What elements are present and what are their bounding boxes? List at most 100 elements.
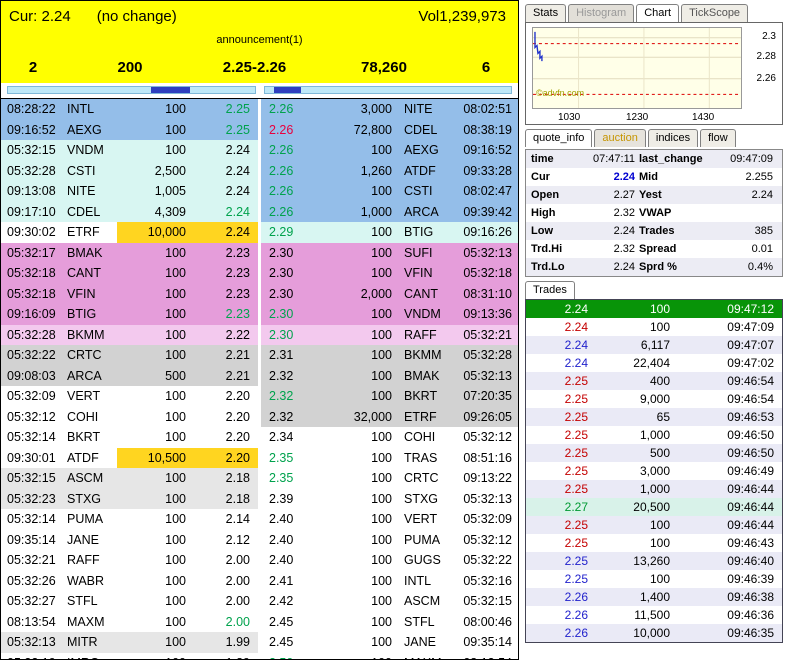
bid-size: 100 [165, 573, 186, 588]
ask-price: 2.29 [269, 225, 294, 239]
bid-mmid: PUMA [67, 512, 104, 526]
side-panel: Stats Histogram Chart TickScope ©advfn.c… [523, 0, 785, 660]
ask-size: 100 [371, 635, 392, 649]
ask-size: 3,000 [360, 102, 392, 116]
quote-label: Mid [639, 171, 658, 183]
bid-time: 09:16:52 [7, 122, 56, 137]
bid-time: 09:30:01 [7, 450, 56, 465]
bid-size: 100 [165, 635, 186, 649]
trade-time: 09:46:54 [727, 374, 774, 388]
ask-size: 100 [371, 430, 392, 444]
quote-label: Cur [531, 171, 550, 183]
ask-size: 100 [371, 389, 392, 403]
ask-mmid: VFIN [404, 266, 433, 280]
tab[interactable]: auction [594, 129, 646, 147]
ask-row: 2.35 100 TRAS 08:51:16 [261, 447, 518, 468]
trade-row: 2.24 22,404 09:47:02 [526, 354, 782, 372]
trade-row: 2.26 11,500 09:46:36 [526, 606, 782, 624]
bid-size: 100 [165, 245, 186, 260]
ask-mmid: CDEL [404, 122, 438, 137]
trade-time: 09:46:50 [727, 446, 774, 460]
trade-price: 2.24 [564, 338, 588, 352]
ask-size: 100 [371, 614, 392, 629]
trades-list: 2.24 100 09:47:12 2.24 100 09:47:09 2.24… [525, 299, 783, 643]
bid-price: 2.24 [225, 163, 250, 178]
ask-price: 2.30 [269, 245, 294, 260]
bid-mmid: NITE [67, 184, 96, 198]
bid-time: 09:16:09 [7, 307, 56, 321]
trade-price: 2.24 [564, 320, 588, 334]
bid-price: 2.25 [225, 102, 250, 116]
bid-time: 05:32:19 [1, 653, 65, 660]
ask-row: 2.45 100 STFL 08:00:46 [261, 611, 518, 632]
trade-size: 9,000 [639, 392, 670, 406]
tab[interactable]: Chart [636, 4, 680, 22]
bid-pressure-gauge [7, 86, 256, 94]
ask-mmid: JANE [404, 635, 436, 649]
ask-time: 08:38:19 [463, 122, 512, 137]
bid-price: 2.24 [225, 204, 250, 219]
bid-row: 05:32:27 STFL 100 2.00 [1, 591, 258, 612]
trade-time: 09:47:02 [727, 356, 774, 370]
tab[interactable]: Stats [525, 4, 567, 22]
quote-label: VWAP [639, 207, 672, 219]
bid-size: 100 [165, 471, 186, 485]
tab[interactable]: TickScope [681, 4, 749, 22]
bid-size: 100 [165, 491, 186, 506]
trade-price: 2.25 [564, 482, 588, 496]
bid-mmid: IMRC [65, 653, 117, 660]
bid-mmid: BKRT [67, 430, 101, 444]
trade-time: 09:46:54 [727, 392, 774, 406]
ask-mmid: ETRF [404, 409, 437, 424]
ask-price: 2.35 [269, 450, 294, 465]
bid-mmid: ETRF [67, 225, 100, 239]
ask-mm-count: 6 [481, 58, 491, 76]
bid-row: 08:28:22 INTL 100 2.25 [1, 99, 258, 120]
depth-pressure-gauges [1, 83, 518, 99]
tab[interactable]: Histogram [568, 4, 635, 22]
bid-mmid: STXG [67, 491, 102, 506]
bid-row: 05:32:14 PUMA 100 2.14 [1, 509, 258, 530]
bid-time: 05:32:14 [7, 430, 56, 444]
best-bid-ask-spread: 2.25-2.26 [222, 58, 287, 76]
ask-size: 100 [371, 327, 392, 342]
bid-mmid: RAFF [67, 553, 100, 567]
ask-row: 2.30 2,000 CANT 08:31:10 [261, 283, 518, 304]
ask-price: 2.26 [269, 204, 294, 219]
bid-price: 2.24 [225, 184, 250, 198]
tab[interactable]: flow [700, 129, 736, 147]
ask-price: 2.45 [269, 635, 294, 649]
trade-size: 100 [649, 320, 670, 334]
ask-row: 2.26 3,000 NITE 08:02:51 [261, 99, 518, 120]
tab-trades[interactable]: Trades [525, 281, 575, 299]
trade-size: 100 [649, 518, 670, 532]
ask-time: 05:32:28 [463, 348, 512, 362]
ask-size: 100 [371, 307, 392, 321]
trade-row: 2.25 1,000 09:46:50 [526, 426, 782, 444]
bid-size: 1,005 [154, 184, 186, 198]
ask-size: 100 [371, 368, 392, 383]
ask-time: 08:51:16 [463, 450, 512, 465]
ask-mmid: GUGS [404, 553, 441, 567]
tab[interactable]: quote_info [525, 129, 593, 147]
ask-time: 08:13:54 [454, 653, 518, 660]
trade-size: 3,000 [639, 464, 670, 478]
ask-time: 09:13:22 [463, 471, 512, 485]
trade-time: 09:46:53 [727, 410, 774, 424]
ask-time: 08:31:10 [463, 286, 512, 301]
quote-value: 09:47:09 [730, 153, 773, 165]
announcement-link[interactable]: announcement(1) [1, 31, 518, 51]
tab[interactable]: indices [647, 129, 699, 147]
bid-row: 05:32:09 VERT 100 2.20 [1, 386, 258, 407]
ask-size: 100 [371, 491, 392, 506]
trade-time: 09:46:50 [727, 428, 774, 442]
ask-mmid: BKMM [404, 348, 442, 362]
ask-price: 2.31 [269, 348, 294, 362]
trade-row: 2.25 500 09:46:50 [526, 444, 782, 462]
bid-size: 100 [165, 286, 186, 301]
ask-price: 2.34 [269, 430, 294, 444]
trade-price: 2.25 [564, 464, 588, 478]
bid-price: 2.22 [225, 327, 250, 342]
x-axis-label: 1230 [626, 112, 649, 123]
bid-mmid: JANE [67, 532, 99, 547]
